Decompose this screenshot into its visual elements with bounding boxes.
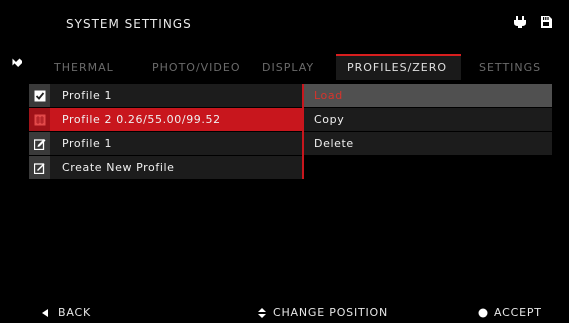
footer-back[interactable]: BACK	[40, 306, 91, 319]
power-plug-icon	[514, 16, 526, 28]
footer-change-position: CHANGE POSITION	[257, 306, 388, 319]
tab-settings[interactable]: SETTINGS	[461, 54, 540, 80]
edit-icon	[29, 132, 50, 155]
profile-label: Create New Profile	[62, 161, 175, 174]
back-arrow-icon[interactable]	[10, 56, 22, 68]
profile-row-selected[interactable]: Profile 2 0.26/55.00/99.52	[29, 108, 302, 131]
profile-row[interactable]: Profile 1	[29, 132, 302, 155]
page-title: SYSTEM SETTINGS	[66, 17, 192, 31]
profile-label: Profile 2 0.26/55.00/99.52	[62, 113, 221, 126]
circle-icon	[478, 308, 488, 317]
context-menu: Load Copy Delete	[302, 84, 552, 179]
status-icons	[513, 15, 553, 29]
footer-hints: BACK CHANGE POSITION ACCEPT	[0, 306, 569, 320]
profile-label: Profile 1	[62, 89, 113, 102]
footer-accept[interactable]: ACCEPT	[478, 306, 542, 319]
edit-new-icon	[29, 156, 50, 179]
menu-item-delete[interactable]: Delete	[304, 132, 552, 155]
tab-profiles-zero[interactable]: PROFILES/ZERO	[336, 54, 461, 80]
menu-empty-slot	[304, 156, 552, 179]
up-down-arrows-icon	[258, 307, 266, 318]
tab-bar: THERMAL PHOTO/VIDEO DISPLAY PROFILES/ZER…	[46, 54, 561, 80]
sd-card-icon	[541, 16, 552, 28]
tab-thermal[interactable]: THERMAL	[46, 54, 144, 80]
menu-item-copy[interactable]: Copy	[304, 108, 552, 131]
tab-display[interactable]: DISPLAY	[252, 54, 336, 80]
reticle-grid-icon	[29, 108, 50, 131]
footer-back-label: BACK	[58, 306, 91, 319]
menu-item-load[interactable]: Load	[304, 84, 552, 107]
create-profile-row[interactable]: Create New Profile	[29, 156, 302, 179]
left-triangle-icon	[42, 308, 48, 317]
tab-photo-video[interactable]: PHOTO/VIDEO	[144, 54, 252, 80]
checkbox-checked-icon	[29, 84, 50, 107]
footer-accept-label: ACCEPT	[494, 306, 542, 319]
profile-label: Profile 1	[62, 137, 113, 150]
footer-change-position-label: CHANGE POSITION	[273, 306, 389, 319]
profile-row[interactable]: Profile 1	[29, 84, 302, 107]
system-settings-screen: SYSTEM SETTINGS THERMAL PHOTO/VIDEO DISP…	[0, 0, 569, 323]
profile-list: Profile 1 Profile 2 0.26/55.00/99.52 Pro…	[29, 84, 302, 180]
